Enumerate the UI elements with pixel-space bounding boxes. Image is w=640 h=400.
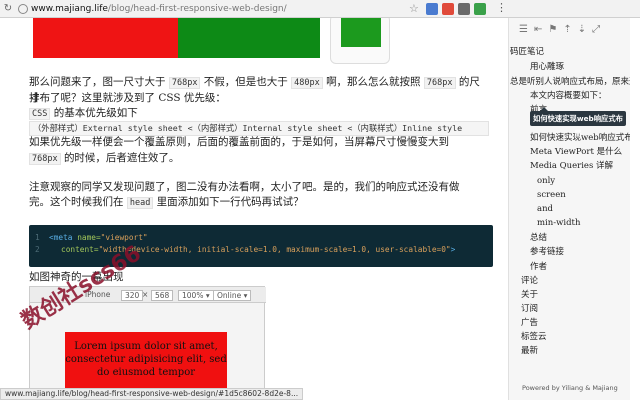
figure-green-block — [178, 18, 320, 58]
article-body: 那么问题来了，图一尺寸大于 768px 不假，但是也大于 480px 啊，那么怎… — [0, 18, 508, 400]
bookmark-star-icon[interactable]: ☆ — [409, 2, 419, 15]
status-bar-url: www.majiang.life/blog/head-first-respons… — [0, 388, 304, 400]
toc-item[interactable]: only — [537, 176, 555, 187]
toc-item[interactable]: 参考链接 — [530, 247, 564, 258]
toc-item[interactable]: screen — [537, 190, 566, 201]
line-number: 2 — [35, 245, 40, 254]
toc-item[interactable]: Meta ViewPort 是什么 — [530, 147, 622, 158]
line-number: 1 — [35, 233, 40, 242]
toc-item[interactable]: 评论 — [521, 276, 538, 287]
reload-icon[interactable]: ↻ — [0, 3, 16, 14]
figure-red-block — [33, 18, 178, 58]
toc-item[interactable]: 关于 — [521, 290, 538, 301]
expand-icon[interactable]: ⤢ — [592, 24, 600, 35]
toc-item[interactable]: 用心雕琢 — [530, 62, 564, 73]
paragraph: 768px 的时候，后者遮住效了。 — [29, 151, 484, 167]
paragraph: 如果优先级一样便会一个覆盖原则，后面的覆盖前面的，于是如何，当屏幕尺寸慢慢变大到 — [29, 136, 449, 148]
browser-menu-icon[interactable]: ⋮ — [496, 1, 507, 14]
toc-item[interactable]: 作者 — [530, 262, 547, 273]
url-bar[interactable]: ↻ www.majiang.life /blog/head-first-resp… — [0, 0, 640, 18]
toc-tooltip: 如何快速实现web响应式布局 — [530, 107, 626, 138]
extension-icon[interactable] — [458, 3, 470, 15]
toc-item[interactable]: Media Queries 详解 — [530, 161, 613, 172]
toc-item[interactable]: and — [537, 204, 553, 215]
toc-item[interactable]: 码匠笔记 — [510, 47, 544, 58]
figure-phone-preview — [330, 18, 390, 64]
toc-item[interactable]: 广告 — [521, 318, 538, 329]
extension-icon[interactable] — [426, 3, 438, 15]
toc-item[interactable]: 本文内容概要如下： — [530, 91, 607, 102]
extension-icon[interactable] — [474, 3, 486, 15]
sidebar-toolbar: ☰ ⇤ ⚑ ⇡ ⇣ ⤢ — [519, 24, 600, 35]
url-domain: www.majiang.life — [31, 3, 108, 14]
priority-code-line: （外部样式）External style sheet <（内部样式）Intern… — [29, 121, 489, 136]
back-icon[interactable]: ⇤ — [534, 24, 542, 35]
device-network: Online ▾ — [213, 290, 252, 301]
toc-item[interactable]: 标签云 — [521, 332, 547, 343]
toc-item[interactable]: 如何快速实现web响应式布局 — [530, 133, 640, 144]
toc-item[interactable]: min-width — [537, 218, 580, 229]
toc-item[interactable]: 订阅 — [521, 304, 538, 315]
paragraph: CSS 的基本优先级如下 — [29, 106, 484, 122]
powered-by: Powered by Yiliang & Majiang — [522, 384, 618, 392]
device-height: 568 — [151, 290, 174, 301]
lock-icon — [18, 3, 28, 14]
toc-item[interactable]: 最新 — [521, 346, 538, 357]
up-icon[interactable]: ⇡ — [563, 24, 571, 35]
device-width: 320 — [121, 290, 144, 301]
paragraph: 完。这个时候我们在 head 里面添加如下一行代码再试试？ — [29, 196, 304, 209]
device-zoom: 100% ▾ — [178, 290, 214, 301]
lorem-text: Lorem ipsum dolor sit amet, consectetur … — [65, 341, 227, 378]
down-icon[interactable]: ⇣ — [578, 24, 586, 35]
extension-icon[interactable] — [442, 3, 454, 15]
toc-item[interactable]: 总是听别人说响应式布局，原来这 — [510, 77, 638, 88]
url-path: /blog/head-first-responsive-web-design/ — [107, 3, 287, 14]
bookmark-icon[interactable]: ⚑ — [548, 24, 557, 35]
menu-icon[interactable]: ☰ — [519, 24, 528, 35]
scrollbar-fringe — [630, 18, 640, 400]
paragraph: 注意观察的同学又发现问题了，图二没有办法看啊，太小了吧。是的，我们的响应式还没有… — [29, 181, 460, 193]
paragraph: 排布了呢？这里就涉及到了 CSS 优先级： — [29, 92, 226, 104]
toc-item[interactable]: 总结 — [530, 233, 547, 244]
